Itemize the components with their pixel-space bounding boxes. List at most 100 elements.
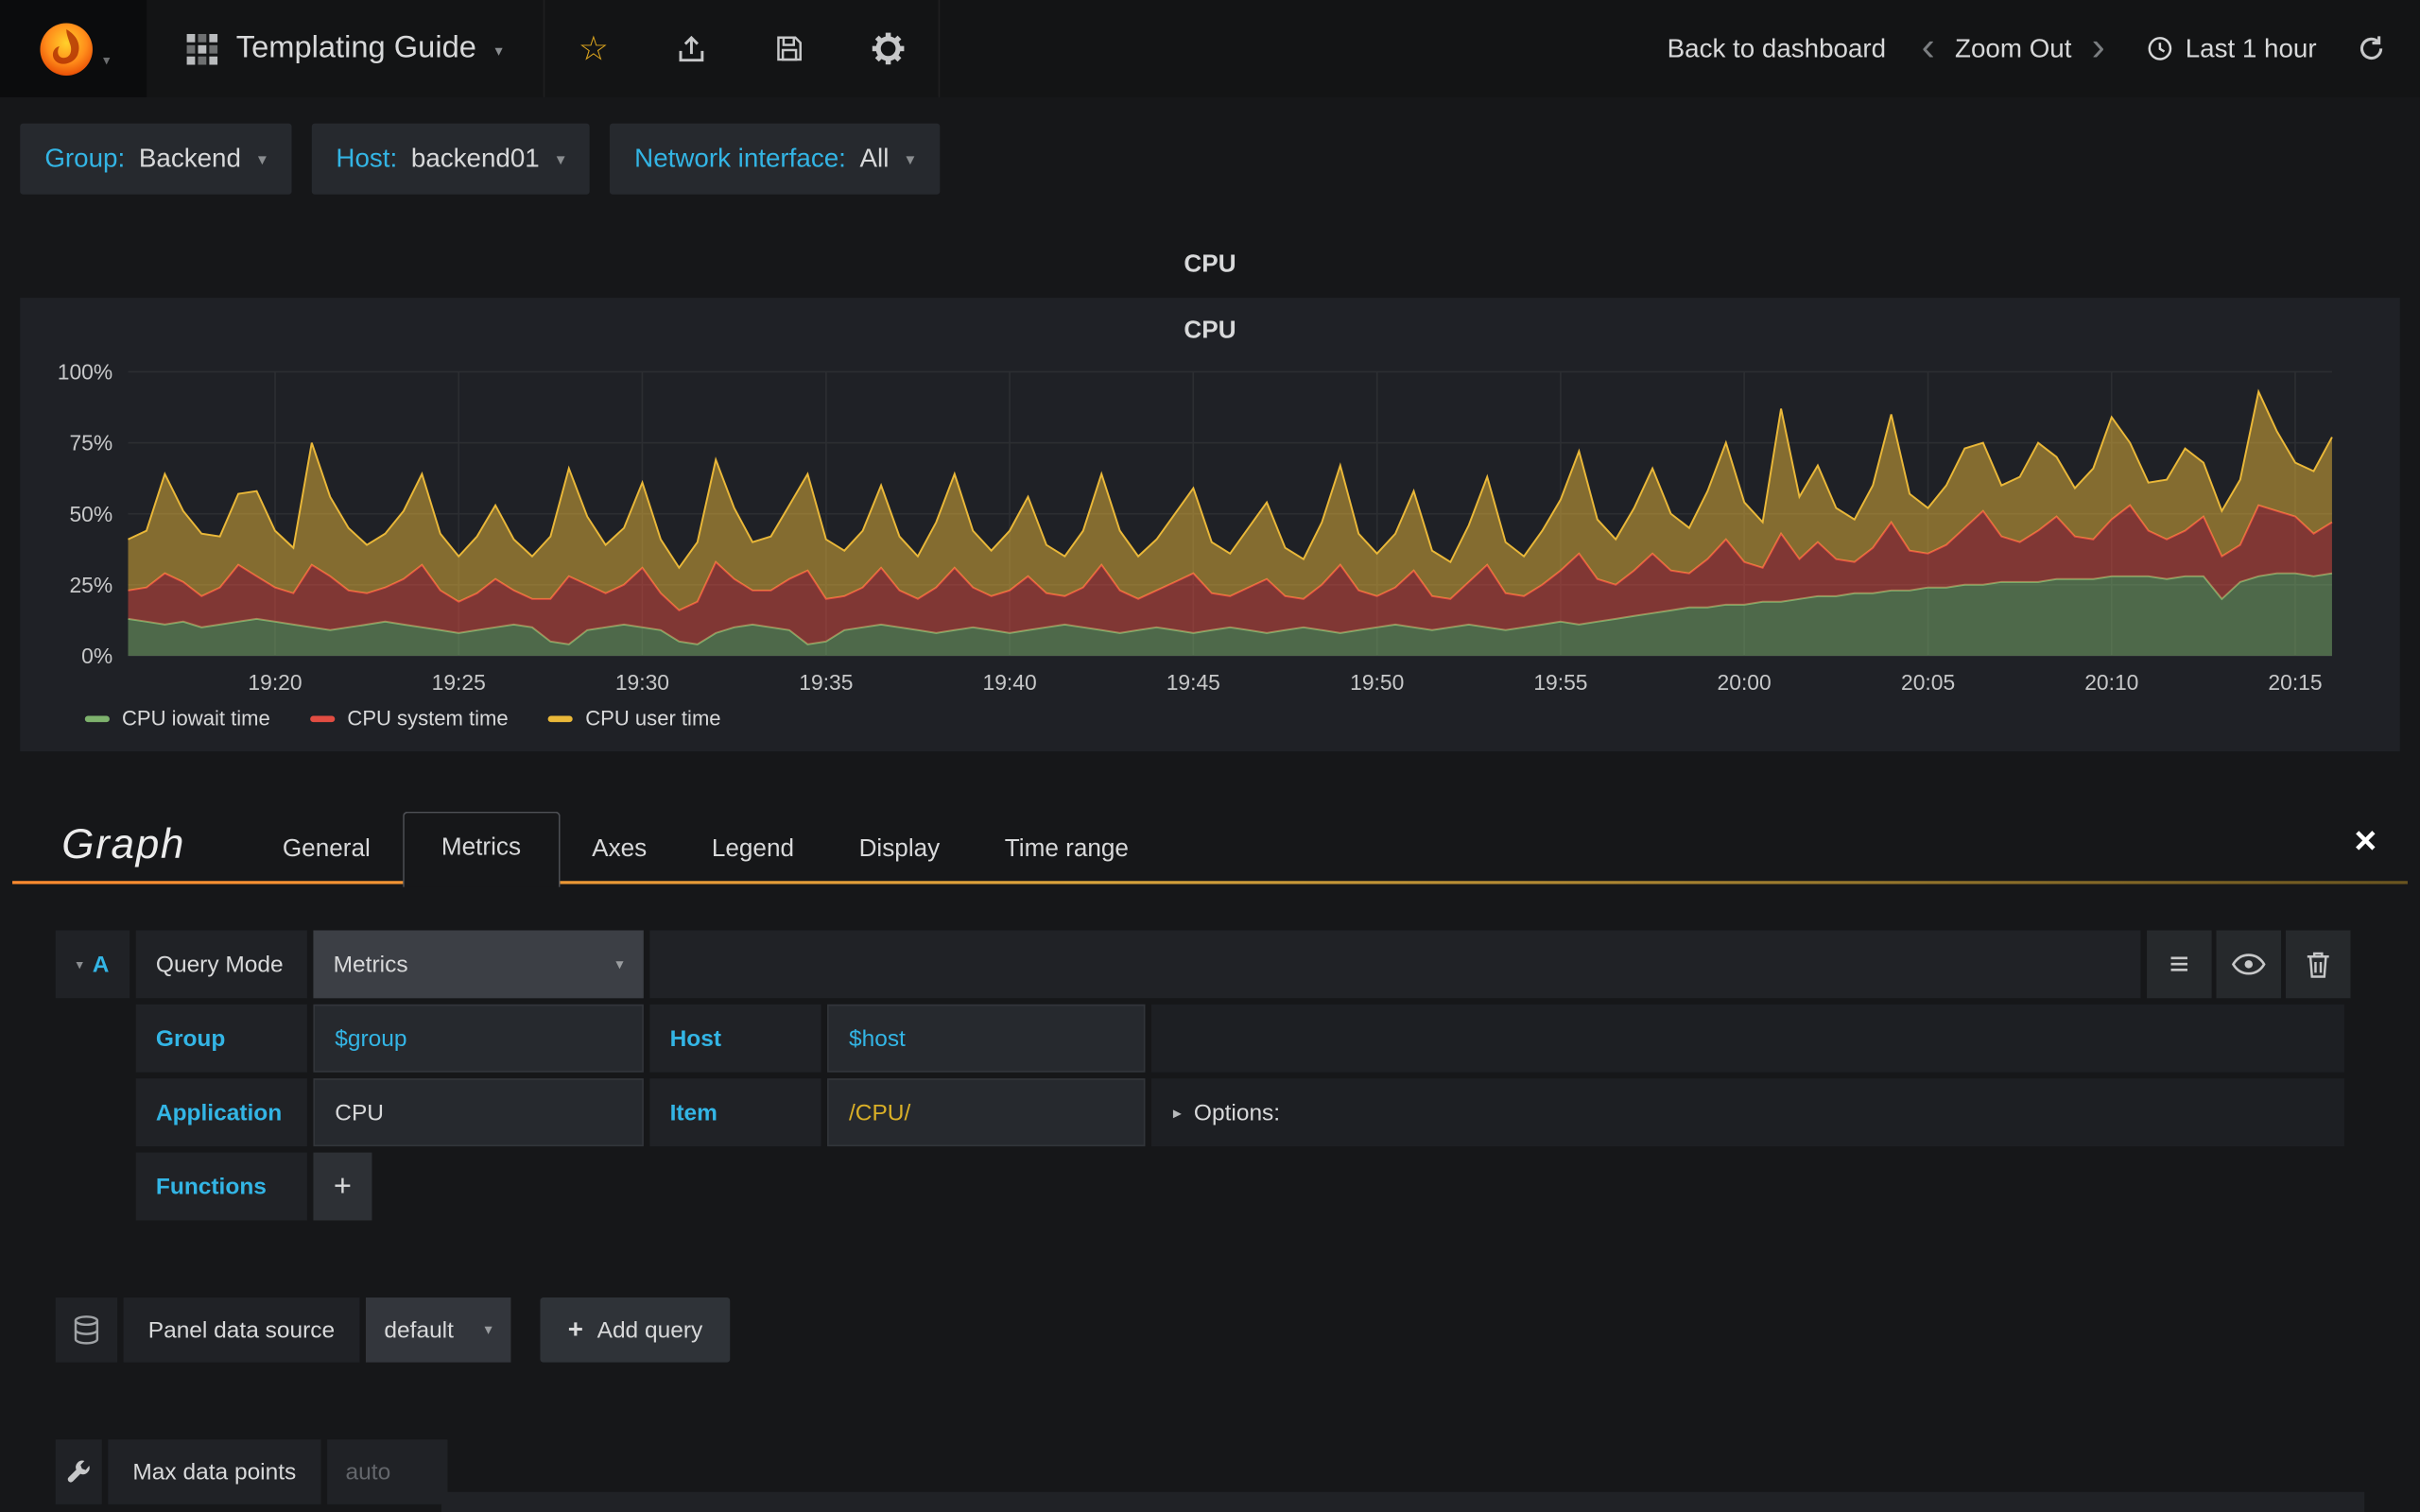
options-row: ▸ Options: bbox=[1150, 1078, 2344, 1147]
legend-item[interactable]: CPU iowait time bbox=[84, 706, 270, 730]
tab-legend[interactable]: Legend bbox=[680, 816, 827, 885]
datasource-icon-cell bbox=[55, 1297, 118, 1363]
variable-value: Backend bbox=[138, 143, 241, 173]
legend-label: CPU user time bbox=[585, 706, 721, 730]
chevron-down-icon: ▾ bbox=[556, 150, 565, 169]
navbar-right: Back to dashboard ‹ Zoom Out › Last 1 ho… bbox=[1646, 0, 2420, 97]
application-value-input[interactable]: CPU bbox=[313, 1078, 644, 1147]
add-function-button[interactable]: + bbox=[313, 1152, 372, 1221]
legend-label: CPU iowait time bbox=[121, 706, 270, 730]
item-key-label: Item bbox=[649, 1078, 821, 1147]
chevron-down-icon: ▾ bbox=[906, 150, 915, 169]
host-value-input[interactable]: $host bbox=[827, 1004, 1146, 1073]
back-to-dashboard-link[interactable]: Back to dashboard bbox=[1646, 33, 1908, 64]
legend-item[interactable]: CPU user time bbox=[548, 706, 721, 730]
gear-icon[interactable] bbox=[838, 0, 939, 97]
time-range-picker[interactable]: Last 1 hour bbox=[2119, 33, 2326, 64]
svg-text:50%: 50% bbox=[69, 502, 112, 526]
grafana-menu-button[interactable]: ▾ bbox=[0, 0, 147, 97]
wrench-icon bbox=[67, 1460, 90, 1483]
group-value-input[interactable]: $group bbox=[313, 1004, 644, 1073]
svg-text:20:10: 20:10 bbox=[2084, 670, 2138, 695]
database-icon bbox=[74, 1315, 99, 1345]
query-row-filler bbox=[649, 930, 2141, 999]
panel-editor: Graph General Metrics Axes Legend Display Tim… bbox=[0, 798, 2420, 1504]
tab-display[interactable]: Display bbox=[826, 816, 972, 885]
star-icon[interactable]: ☆ bbox=[544, 0, 643, 97]
partially-visible-row bbox=[441, 1491, 2365, 1512]
variable-value: All bbox=[859, 143, 890, 173]
legend-item[interactable]: CPU system time bbox=[310, 706, 509, 730]
refresh-icon[interactable] bbox=[2325, 34, 2401, 63]
svg-text:19:35: 19:35 bbox=[799, 670, 853, 695]
variable-label: Network interface: bbox=[634, 143, 846, 173]
share-icon[interactable] bbox=[643, 0, 741, 97]
close-icon[interactable]: × bbox=[2354, 821, 2377, 861]
dashboard-actions: ☆ bbox=[544, 0, 941, 97]
query-row-a: ▾ A Query Mode Metrics ▾ ≡ bbox=[55, 930, 2351, 999]
svg-text:20:00: 20:00 bbox=[1718, 670, 1772, 695]
query-letter: A bbox=[92, 951, 110, 978]
group-key-label: Group bbox=[135, 1004, 307, 1073]
svg-text:20:05: 20:05 bbox=[1901, 670, 1955, 695]
tab-general[interactable]: General bbox=[251, 816, 404, 885]
chevron-left-icon[interactable]: ‹ bbox=[1908, 26, 1949, 65]
save-icon[interactable] bbox=[741, 0, 838, 97]
variable-dropdown-group[interactable]: Group: Backend ▾ bbox=[20, 123, 292, 195]
query-row-functions: Functions + bbox=[135, 1152, 2351, 1221]
query-collapse-toggle[interactable]: ▾ A bbox=[55, 930, 130, 999]
legend-swatch bbox=[310, 714, 336, 722]
svg-text:19:20: 19:20 bbox=[248, 670, 302, 695]
max-data-points-input[interactable] bbox=[326, 1439, 448, 1504]
svg-text:25%: 25% bbox=[69, 573, 112, 597]
tab-axes[interactable]: Axes bbox=[560, 816, 680, 885]
options-toggle[interactable]: Options: bbox=[1194, 1099, 1280, 1125]
variable-dropdown-network-interface[interactable]: Network interface: All ▾ bbox=[610, 123, 940, 195]
item-value-input[interactable]: /CPU/ bbox=[827, 1078, 1146, 1147]
variable-dropdown-host[interactable]: Host: backend01 ▾ bbox=[311, 123, 590, 195]
panel-type-title: Graph bbox=[61, 820, 185, 868]
chevron-down-icon: ▾ bbox=[76, 955, 83, 971]
wrench-icon-cell bbox=[55, 1439, 102, 1504]
variable-label: Group: bbox=[44, 143, 126, 173]
cpu-chart-svg[interactable]: 0% 25% 50% 75% 100% 19:20 19:25 19:30 19:35 19:40… bbox=[32, 353, 2387, 700]
panel-title[interactable]: CPU bbox=[0, 220, 2420, 298]
tab-metrics[interactable]: Metrics bbox=[403, 811, 560, 887]
svg-text:19:40: 19:40 bbox=[982, 670, 1036, 695]
chevron-down-icon: ▾ bbox=[484, 1321, 493, 1339]
cpu-panel: CPU 0% 25% 50% 75% 100% 19:20 19:25 19:30 19:35 1… bbox=[20, 298, 2400, 752]
query-toggle-visibility-button[interactable] bbox=[2216, 930, 2282, 999]
chevron-down-icon: ▾ bbox=[102, 52, 111, 68]
zoom-out-button[interactable]: Zoom Out bbox=[1949, 33, 2078, 64]
svg-text:20:15: 20:15 bbox=[2268, 670, 2322, 695]
svg-text:19:25: 19:25 bbox=[432, 670, 486, 695]
query-menu-button[interactable]: ≡ bbox=[2147, 930, 2212, 999]
svg-text:19:50: 19:50 bbox=[1350, 670, 1404, 695]
query-editor: ▾ A Query Mode Metrics ▾ ≡ Group $group … bbox=[55, 930, 2351, 1221]
query-buttons: ≡ bbox=[2147, 930, 2351, 999]
datasource-select[interactable]: default ▾ bbox=[365, 1297, 511, 1363]
svg-text:100%: 100% bbox=[58, 360, 112, 385]
time-range-label: Last 1 hour bbox=[2185, 33, 2317, 63]
legend-label: CPU system time bbox=[347, 706, 509, 730]
query-delete-button[interactable] bbox=[2285, 930, 2351, 999]
query-row-filler bbox=[1150, 1004, 2344, 1073]
dashboard-title-button[interactable]: Templating Guide ▾ bbox=[147, 0, 544, 97]
top-navbar: ▾ Templating Guide ▾ ☆ Back to dashboard… bbox=[0, 0, 2420, 97]
chevron-down-icon: ▾ bbox=[257, 150, 267, 169]
datasource-row: Panel data source default ▾ + Add query bbox=[55, 1297, 2420, 1363]
chevron-right-icon[interactable]: › bbox=[2078, 26, 2119, 65]
chevron-down-icon: ▾ bbox=[615, 955, 624, 973]
menu-icon: ≡ bbox=[2169, 944, 2189, 983]
application-key-label: Application bbox=[135, 1078, 307, 1147]
grafana-app: ▾ Templating Guide ▾ ☆ Back to dashboard… bbox=[0, 0, 2420, 1512]
plus-icon: + bbox=[567, 1314, 583, 1345]
add-query-button[interactable]: + Add query bbox=[540, 1297, 731, 1363]
query-row-group-host: Group $group Host $host bbox=[135, 1004, 2351, 1073]
query-mode-select[interactable]: Metrics ▾ bbox=[313, 930, 644, 999]
clock-icon bbox=[2148, 37, 2172, 60]
editor-header: Graph General Metrics Axes Legend Display Tim… bbox=[0, 798, 2420, 887]
svg-text:19:45: 19:45 bbox=[1167, 670, 1220, 695]
tab-time-range[interactable]: Time range bbox=[973, 816, 1162, 885]
host-key-label: Host bbox=[649, 1004, 821, 1073]
